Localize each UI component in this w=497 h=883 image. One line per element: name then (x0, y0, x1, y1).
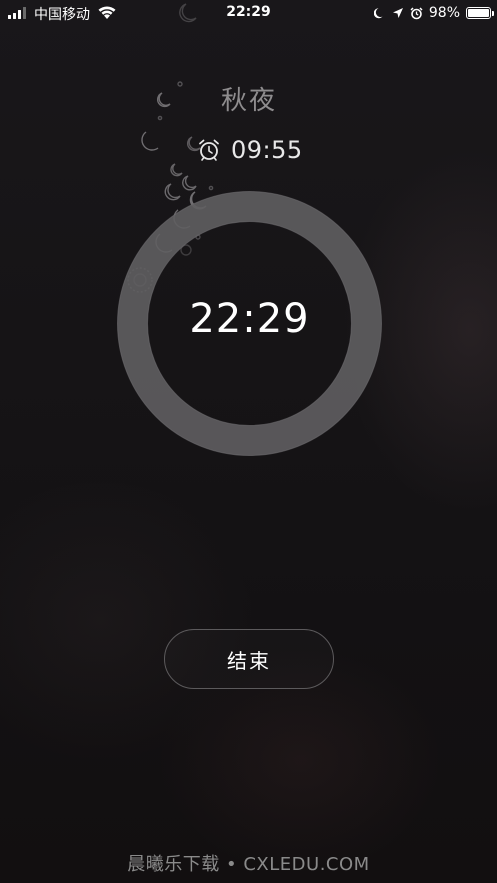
moon-icon (141, 131, 159, 151)
battery-fill (468, 9, 489, 17)
alarm-set-time: 09:55 (231, 136, 303, 164)
battery-percent: 98% (428, 5, 460, 21)
location-arrow-icon (392, 8, 403, 18)
moon-icon (156, 92, 171, 108)
watermark: 晨曦乐下载 • CXLEDU.COM (127, 854, 370, 875)
end-alarm-button[interactable]: 结束 (164, 629, 334, 689)
status-bar: 中国移动 22:29 98% (0, 0, 497, 26)
status-right-group: 98% (373, 4, 494, 22)
current-time: 22:29 (189, 296, 310, 342)
battery-icon (466, 7, 494, 19)
moon-icon (170, 163, 183, 177)
battery-tip (492, 11, 494, 16)
alarm-screen: 中国移动 22:29 98% 秋夜 09:55 22:29 结束 晨曦乐下载 •… (0, 0, 497, 883)
alarm-clock-icon (199, 139, 219, 161)
alarm-icon (410, 6, 423, 19)
moon-icon (373, 8, 383, 19)
alarm-label: 秋夜 (220, 86, 277, 116)
alarm-set-time-row: 09:55 (197, 136, 303, 164)
moon-icon (182, 175, 197, 191)
